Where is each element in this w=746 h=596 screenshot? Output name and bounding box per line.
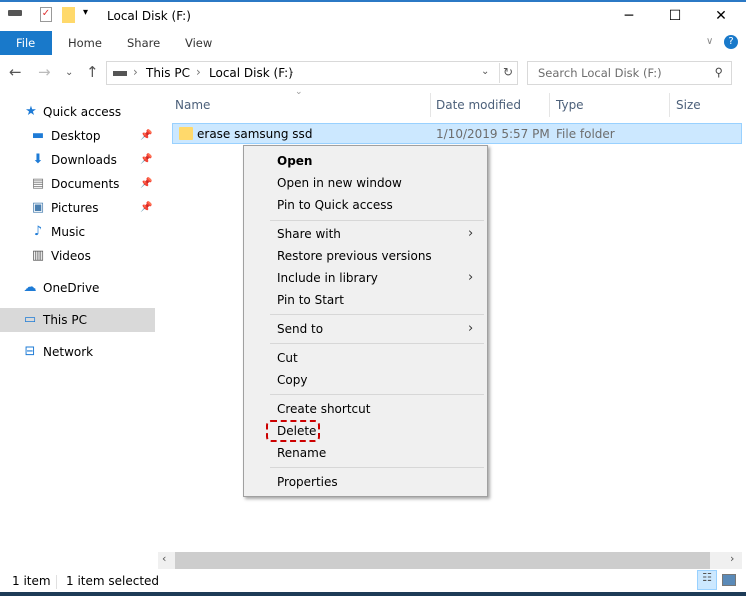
column-name[interactable]: Name <box>175 98 210 112</box>
large-icons-view-icon[interactable] <box>722 574 736 586</box>
scroll-left-icon[interactable]: ‹ <box>162 552 166 565</box>
pin-icon[interactable]: 📌 <box>140 172 152 196</box>
column-headers: ⌄ Name Date modified Type Size <box>158 87 746 117</box>
menu-include-library[interactable]: Include in library <box>277 271 378 285</box>
address-bar[interactable]: › This PC › Local Disk (F:) › ⌄ ↻ <box>106 61 518 85</box>
address-row: ← → ⌄ ↑ › This PC › Local Disk (F:) › ⌄ … <box>0 59 746 87</box>
drive-icon <box>113 71 127 76</box>
window-bottom-border <box>0 592 746 596</box>
tab-share[interactable]: Share <box>115 31 172 55</box>
menu-create-shortcut[interactable]: Create shortcut <box>277 402 370 416</box>
column-type[interactable]: Type <box>556 98 584 112</box>
forward-icon[interactable]: → <box>38 63 51 81</box>
menu-open-new-window[interactable]: Open in new window <box>277 176 402 190</box>
close-button[interactable]: ✕ <box>698 2 744 30</box>
menu-delete[interactable]: Delete <box>277 424 316 438</box>
folder-icon <box>179 127 193 140</box>
menu-share-with[interactable]: Share with <box>277 227 341 241</box>
nav-music[interactable]: ♪ Music <box>0 220 155 244</box>
menu-copy[interactable]: Copy <box>277 373 307 387</box>
new-folder-icon[interactable] <box>62 7 75 23</box>
pin-icon[interactable]: 📌 <box>140 148 152 172</box>
address-dropdown-icon[interactable]: ⌄ <box>481 66 489 77</box>
drive-icon <box>8 10 22 16</box>
pin-icon[interactable]: 📌 <box>140 196 152 220</box>
expand-ribbon-icon[interactable]: ∨ <box>706 36 713 47</box>
network-icon: ⊟ <box>24 344 36 359</box>
tab-home[interactable]: Home <box>56 31 114 55</box>
column-date-modified[interactable]: Date modified <box>436 98 521 112</box>
tab-view[interactable]: View <box>173 31 224 55</box>
desktop-icon: ▬ <box>31 128 45 143</box>
item-count: 1 item <box>12 574 51 588</box>
nav-documents[interactable]: ▤ Documents 📌 <box>0 172 155 196</box>
minimize-button[interactable]: ─ <box>606 2 652 30</box>
nav-downloads[interactable]: ⬇ Downloads 📌 <box>0 148 155 172</box>
file-row[interactable]: erase samsung ssd 1/10/2019 5:57 PM File… <box>172 123 742 144</box>
search-placeholder: Search Local Disk (F:) <box>538 66 662 80</box>
file-name: erase samsung ssd <box>197 127 313 141</box>
window-title: Local Disk (F:) <box>107 9 191 23</box>
nav-network[interactable]: ⊟ Network <box>0 340 155 364</box>
maximize-button[interactable]: ☐ <box>652 2 698 30</box>
scrollbar-thumb[interactable] <box>175 552 710 569</box>
videos-icon: ▥ <box>31 248 45 263</box>
menu-restore-versions[interactable]: Restore previous versions <box>277 249 432 263</box>
menu-cut[interactable]: Cut <box>277 351 298 365</box>
refresh-icon[interactable]: ↻ <box>503 65 513 79</box>
status-bar: 1 item 1 item selected ☷ <box>0 570 746 592</box>
breadcrumb-local-disk[interactable]: Local Disk (F:) <box>209 66 293 80</box>
menu-rename[interactable]: Rename <box>277 446 326 460</box>
details-view-icon[interactable]: ☷ <box>697 570 717 590</box>
menu-send-to[interactable]: Send to <box>277 322 323 336</box>
nav-videos[interactable]: ▥ Videos <box>0 244 155 268</box>
breadcrumb-separator: › <box>196 65 201 79</box>
search-icon: ⚲ <box>714 65 723 79</box>
nav-this-pc[interactable]: ▭ This PC <box>0 308 155 332</box>
breadcrumb-separator: › <box>289 65 294 79</box>
ribbon-tabs: File Home Share View ∨ ? <box>0 31 746 55</box>
properties-icon[interactable]: ✓ <box>40 7 52 22</box>
breadcrumb-this-pc[interactable]: This PC <box>146 66 190 80</box>
back-icon[interactable]: ← <box>9 63 22 81</box>
horizontal-scrollbar[interactable]: ‹ › <box>158 552 742 569</box>
breadcrumb-separator: › <box>133 65 138 79</box>
submenu-arrow-icon: › <box>468 321 474 336</box>
tab-file[interactable]: File <box>0 31 52 55</box>
cloud-icon: ☁ <box>23 280 37 295</box>
pc-icon: ▭ <box>23 312 37 327</box>
menu-pin-start[interactable]: Pin to Start <box>277 293 344 307</box>
menu-open[interactable]: Open <box>277 154 312 168</box>
scroll-right-icon[interactable]: › <box>730 552 734 565</box>
selection-count: 1 item selected <box>66 574 160 588</box>
recent-dropdown-icon[interactable]: ⌄ <box>65 67 73 78</box>
title-bar: ✓ ▾ Local Disk (F:) ─ ☐ ✕ <box>0 2 746 30</box>
nav-onedrive[interactable]: ☁ OneDrive <box>0 276 155 300</box>
nav-quick-access[interactable]: ★ Quick access <box>0 100 155 124</box>
menu-properties[interactable]: Properties <box>277 475 338 489</box>
documents-icon: ▤ <box>31 176 45 191</box>
sort-indicator-icon: ⌄ <box>295 87 303 97</box>
customize-toolbar-icon[interactable]: ▾ <box>83 7 88 18</box>
context-menu: Open Open in new window Pin to Quick acc… <box>243 145 488 497</box>
submenu-arrow-icon: › <box>468 226 474 241</box>
up-icon[interactable]: ↑ <box>86 63 99 81</box>
star-icon: ★ <box>25 104 37 119</box>
submenu-arrow-icon: › <box>468 270 474 285</box>
search-input[interactable]: Search Local Disk (F:) ⚲ <box>527 61 732 85</box>
menu-pin-quick-access[interactable]: Pin to Quick access <box>277 198 393 212</box>
nav-pictures[interactable]: ▣ Pictures 📌 <box>0 196 155 220</box>
music-icon: ♪ <box>33 224 43 239</box>
file-type: File folder <box>556 127 615 141</box>
column-size[interactable]: Size <box>676 98 701 112</box>
pictures-icon: ▣ <box>31 200 45 215</box>
file-date: 1/10/2019 5:57 PM <box>436 127 550 141</box>
nav-desktop[interactable]: ▬ Desktop 📌 <box>0 124 155 148</box>
download-icon: ⬇ <box>32 152 44 167</box>
help-button[interactable]: ? <box>724 35 738 49</box>
navigation-pane: ★ Quick access ▬ Desktop 📌 ⬇ Downloads 📌 ▤ Doc… <box>0 95 155 565</box>
pin-icon[interactable]: 📌 <box>140 124 152 148</box>
